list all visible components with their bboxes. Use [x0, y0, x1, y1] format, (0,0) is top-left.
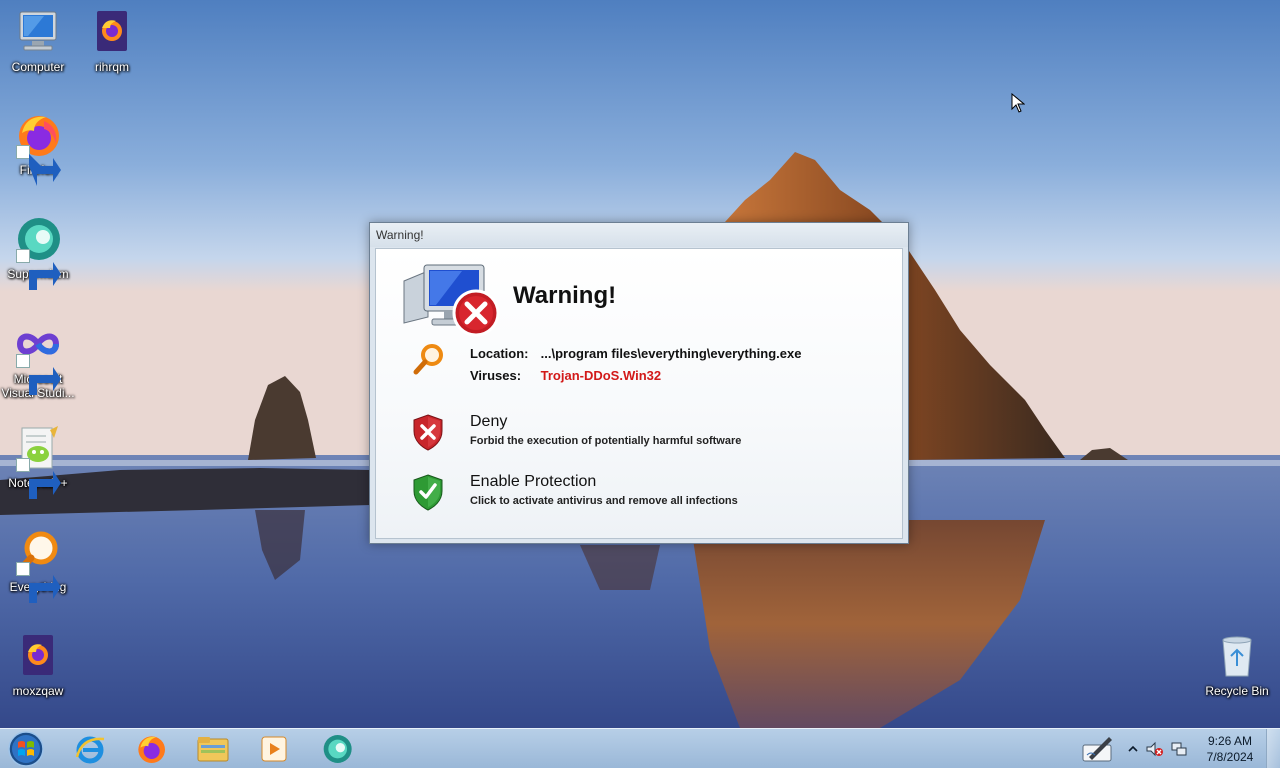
deny-title: Deny	[470, 413, 508, 430]
show-desktop-button[interactable]	[1266, 729, 1280, 768]
enable-protection-option[interactable]: Enable Protection Click to activate anti…	[412, 473, 812, 513]
clock-date: 7/8/2024	[1206, 750, 1254, 764]
windows-start-icon	[8, 731, 44, 767]
shortcut-arrow-icon	[16, 249, 61, 290]
tray-overflow-chevron-icon[interactable]	[1124, 740, 1142, 758]
media-player-icon	[261, 736, 287, 762]
dialog-heading: Warning!	[513, 282, 617, 309]
desktop-icon-visual-studio[interactable]: Microsoft Visual Studi...	[0, 320, 76, 400]
desktop-icon-label: Computer	[11, 60, 65, 74]
desktop-icon-notepadpp[interactable]: Notepad++	[0, 424, 76, 499]
shortcut-arrow-icon	[16, 145, 61, 186]
desktop-icon-moxzqaw[interactable]: moxzqaw	[0, 632, 76, 698]
taskbar-clock[interactable]: 9:26 AM 7/8/2024	[1198, 733, 1262, 765]
desktop-icon-label: moxzqaw	[12, 684, 64, 698]
viruses-row: Viruses: Trojan-DDoS.Win32	[470, 368, 661, 383]
infected-computer-icon	[403, 264, 500, 337]
taskbar-file-explorer[interactable]	[189, 731, 237, 767]
clock-time: 9:26 AM	[1207, 734, 1253, 748]
desktop-icon-computer[interactable]: Computer	[0, 8, 76, 74]
supermium-icon	[323, 735, 352, 763]
viruses-label: Viruses:	[470, 368, 522, 383]
start-button[interactable]	[6, 730, 46, 768]
dialog-title[interactable]: Warning!	[370, 223, 908, 247]
desktop-icon-label: Recycle Bin	[1205, 684, 1269, 698]
firefox-icon	[138, 736, 165, 763]
shortcut-arrow-icon	[16, 458, 61, 499]
desktop-icon-everything[interactable]: Everything	[0, 528, 76, 603]
deny-shield-icon	[413, 414, 443, 451]
internet-explorer-icon	[75, 736, 105, 764]
pen-input-icon[interactable]	[1081, 733, 1115, 765]
magnifier-icon	[413, 344, 443, 375]
deny-option[interactable]: Deny Forbid the execution of potentially…	[412, 413, 812, 453]
location-row: Location: ...\program files\everything\e…	[470, 346, 801, 361]
virus-name: Trojan-DDoS.Win32	[540, 368, 662, 383]
taskbar-supermium[interactable]	[313, 731, 361, 767]
taskbar-firefox[interactable]	[127, 731, 175, 767]
recycle-bin-icon	[1222, 636, 1252, 677]
enable-protection-description: Click to activate antivirus and remove a…	[470, 495, 738, 507]
location-label: Location:	[470, 346, 529, 361]
file-explorer-icon	[197, 737, 229, 762]
taskbar-media-player[interactable]	[250, 731, 298, 767]
desktop-icon-recycle-bin[interactable]: Recycle Bin	[1199, 632, 1275, 698]
desktop-icon-supermium[interactable]: Supermium	[0, 215, 76, 290]
firefox-file-icon	[97, 11, 127, 51]
warning-dialog[interactable]: Warning! Warning! Location: ...\program …	[369, 222, 909, 544]
enable-shield-icon	[413, 474, 443, 511]
deny-description: Forbid the execution of potentially harm…	[470, 435, 742, 447]
shortcut-arrow-icon	[16, 562, 61, 603]
location-value: ...\program files\everything\everything.…	[540, 346, 802, 361]
volume-muted-icon[interactable]	[1145, 740, 1163, 758]
taskbar: 9:26 AM 7/8/2024	[0, 728, 1280, 768]
desktop-icon-firefox[interactable]: Firefox	[0, 111, 76, 186]
mouse-cursor-icon	[1011, 93, 1025, 113]
dialog-body: Warning! Location: ...\program files\eve…	[375, 248, 903, 539]
enable-protection-title: Enable Protection	[470, 473, 597, 490]
desktop-icon-rihrqm[interactable]: rihrqm	[74, 8, 150, 74]
desktop-icon-label: rihrqm	[94, 60, 129, 74]
firefox-file-icon	[23, 635, 53, 675]
computer-icon	[19, 11, 57, 51]
network-icon[interactable]	[1170, 740, 1188, 758]
desktop[interactable]: Computer rihrqm Firefox	[0, 0, 1280, 768]
taskbar-internet-explorer[interactable]	[66, 731, 114, 767]
shortcut-arrow-icon	[16, 354, 61, 395]
